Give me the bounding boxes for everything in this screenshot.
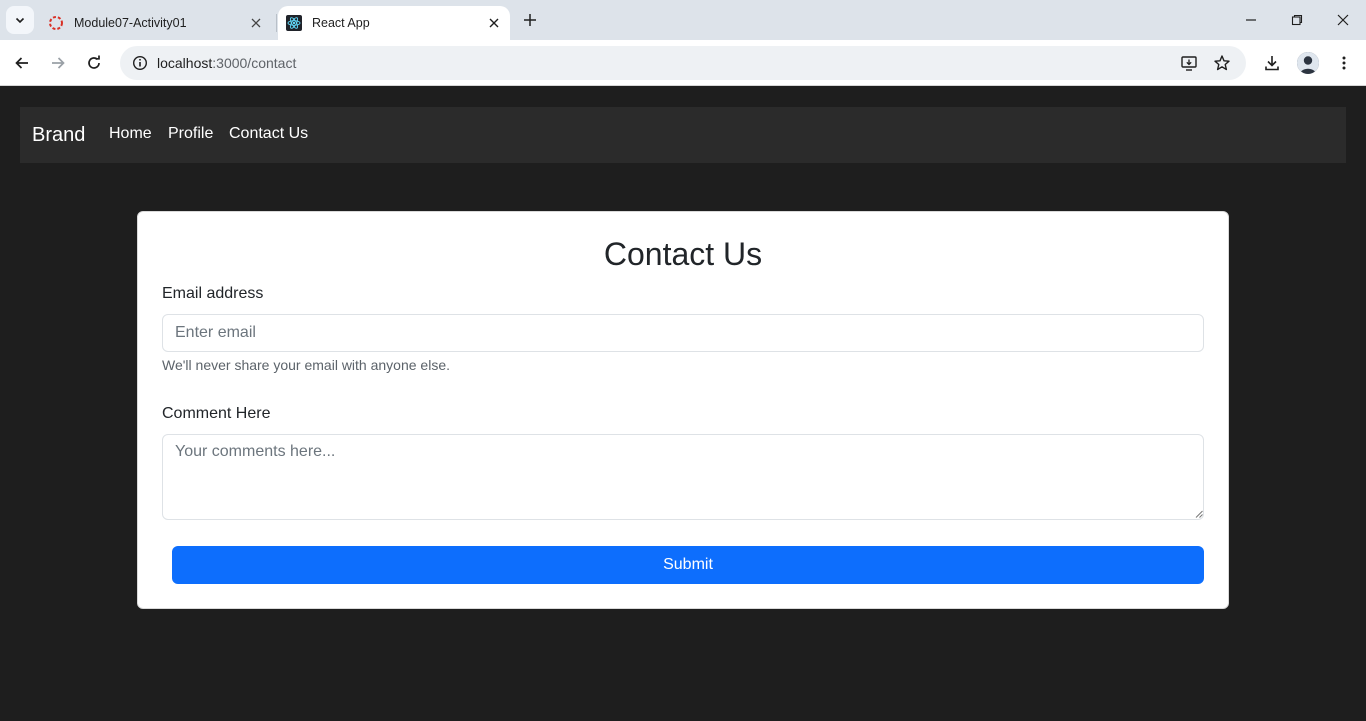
downloads-button[interactable] (1258, 49, 1286, 77)
tab-title: Module07-Activity01 (74, 16, 187, 30)
back-button[interactable] (8, 49, 36, 77)
close-tab-button[interactable] (484, 13, 504, 33)
close-window-button[interactable] (1320, 0, 1366, 40)
tab-strip: Module07-Activity01 React App (0, 0, 1366, 40)
close-icon (251, 18, 261, 28)
reload-button[interactable] (80, 49, 108, 77)
site-navbar: Brand Home Profile Contact Us (20, 107, 1346, 163)
profile-avatar[interactable] (1297, 52, 1319, 74)
react-logo-icon (286, 15, 302, 31)
new-tab-button[interactable] (518, 8, 542, 32)
chevron-down-icon (15, 17, 25, 24)
tab-title: React App (312, 16, 370, 30)
restore-icon (1291, 14, 1303, 26)
minimize-icon (1246, 19, 1256, 21)
site-info-icon[interactable] (128, 51, 152, 75)
tab-search-button[interactable] (6, 6, 34, 34)
user-avatar-icon (1297, 52, 1319, 74)
browser-toolbar: localhost:3000/contact (0, 40, 1366, 86)
url-host: localhost (157, 55, 213, 71)
bookmark-star-icon[interactable] (1210, 51, 1234, 75)
resize-grip-icon[interactable] (1195, 510, 1203, 518)
tab-separator (276, 14, 277, 32)
contact-form-card: Contact Us Email address We'll never sha… (137, 211, 1229, 609)
plus-icon (524, 14, 536, 26)
forward-button[interactable] (44, 49, 72, 77)
tab-react-app[interactable]: React App (278, 6, 510, 40)
email-label: Email address (162, 285, 264, 302)
nav-link-contact-us[interactable]: Contact Us (229, 125, 308, 143)
address-bar[interactable]: localhost:3000/contact (120, 46, 1246, 80)
close-tab-button[interactable] (246, 13, 266, 33)
comment-textarea[interactable] (162, 434, 1204, 520)
close-icon (1337, 14, 1349, 26)
comment-label: Comment Here (162, 405, 271, 422)
more-vertical-icon (1342, 56, 1346, 70)
minimize-button[interactable] (1228, 0, 1274, 40)
arrow-right-icon (52, 57, 65, 69)
submit-button[interactable]: Submit (172, 546, 1204, 584)
navbar-brand[interactable]: Brand (32, 124, 85, 147)
email-input[interactable] (162, 314, 1204, 352)
tab-module07[interactable]: Module07-Activity01 (40, 6, 272, 40)
close-icon (489, 18, 499, 28)
browser-menu-button[interactable] (1330, 49, 1358, 77)
dotted-circle-icon (48, 15, 64, 31)
url-path: :3000/contact (212, 55, 297, 71)
download-icon (1265, 56, 1279, 71)
restore-button[interactable] (1274, 0, 1320, 40)
nav-link-profile[interactable]: Profile (168, 125, 213, 143)
nav-link-home[interactable]: Home (109, 125, 152, 143)
reload-icon (88, 55, 100, 69)
install-app-icon[interactable] (1177, 51, 1201, 75)
page-title: Contact Us (603, 236, 763, 272)
url-text: localhost:3000/contact (157, 55, 296, 71)
email-help-text: We'll never share your email with anyone… (162, 357, 450, 373)
arrow-left-icon (15, 57, 28, 69)
